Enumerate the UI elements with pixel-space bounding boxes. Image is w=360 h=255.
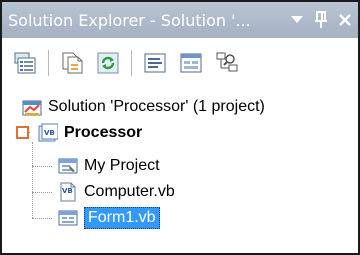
tree-item-my-project[interactable]: My Project [58, 153, 160, 179]
title-bar[interactable]: Solution Explorer - Solution '... [2, 2, 358, 38]
solution-tree: Solution 'Processor' (1 project) VB Proc… [2, 90, 358, 253]
toolbar-separator [131, 50, 132, 76]
toolbar [2, 38, 358, 88]
vb-file-icon: VB [58, 182, 78, 202]
pin-icon[interactable] [310, 8, 332, 32]
project-label: Processor [64, 124, 143, 141]
tree-item-label: Computer.vb [84, 183, 175, 200]
tree-connector [32, 192, 52, 193]
tree-item-label: My Project [84, 157, 160, 174]
tree-item-label-selected: Form1.vb [84, 207, 160, 229]
tree-connector [32, 166, 52, 167]
window-title: Solution Explorer - Solution '... [8, 10, 251, 30]
show-all-files-icon[interactable] [57, 48, 87, 78]
solution-label: Solution 'Processor' (1 project) [48, 98, 265, 115]
solution-explorer-window: Solution Explorer - Solution '... Soluti… [0, 0, 360, 255]
refresh-icon[interactable] [93, 48, 123, 78]
my-project-icon [58, 156, 78, 176]
solution-icon [22, 97, 42, 117]
toolbar-separator [48, 50, 49, 76]
tree-connector [32, 218, 52, 219]
tree-item-form1-vb[interactable]: Form1.vb [58, 205, 160, 231]
collapse-toggle[interactable] [16, 126, 29, 139]
chevron-down-icon[interactable] [286, 8, 308, 32]
properties-icon[interactable] [10, 48, 40, 78]
svg-text:VB: VB [44, 129, 55, 137]
vb-project-icon: VB [38, 123, 58, 143]
tree-item-computer-vb[interactable]: VB Computer.vb [58, 179, 175, 205]
tree-item-project[interactable]: VB Processor [38, 120, 142, 146]
svg-text:VB: VB [62, 187, 73, 195]
view-code-icon[interactable] [140, 48, 170, 78]
close-icon[interactable] [334, 8, 356, 32]
tree-connector [32, 142, 33, 218]
view-designer-icon[interactable] [176, 48, 206, 78]
class-diagram-icon[interactable] [212, 48, 242, 78]
tree-item-solution[interactable]: Solution 'Processor' (1 project) [22, 94, 265, 120]
form-file-icon [58, 208, 78, 228]
